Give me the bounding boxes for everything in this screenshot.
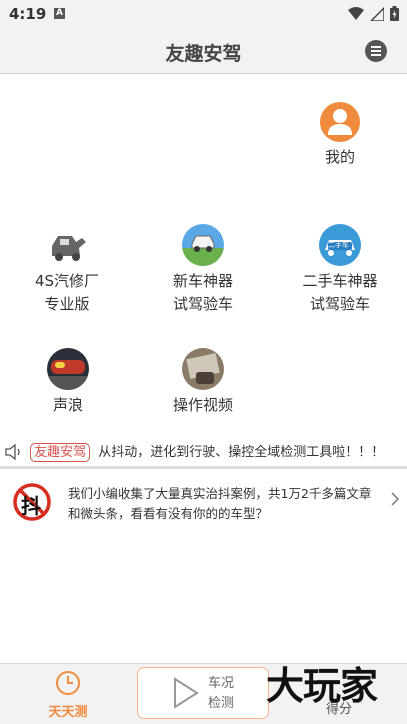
watermark: 大玩家 bbox=[266, 664, 378, 708]
tile-label: 声浪 bbox=[52, 396, 83, 414]
chevron-right-icon bbox=[391, 492, 399, 506]
tile-new-car[interactable]: 新车神器 试驾验车 bbox=[148, 224, 258, 316]
tile-engine-sound[interactable]: 声浪 bbox=[30, 348, 106, 417]
play-icon bbox=[174, 677, 199, 709]
vehicle-check-button[interactable]: 车况 检测 bbox=[137, 667, 269, 719]
signal-icon bbox=[370, 6, 384, 21]
app-header: 友趣安驾 bbox=[0, 28, 407, 74]
user-icon bbox=[320, 102, 360, 142]
tile-label: 操作视频 bbox=[172, 396, 233, 414]
video-icon bbox=[182, 348, 224, 390]
tile-4s-repair[interactable]: 4S汽修厂 专业版 bbox=[13, 224, 121, 316]
status-time: 4:19 bbox=[9, 5, 47, 23]
profile-button[interactable]: 我的 bbox=[302, 102, 378, 169]
status-bar: 4:19 A bbox=[0, 0, 407, 28]
notification-icon: A bbox=[54, 8, 65, 19]
speaker-icon bbox=[5, 443, 20, 460]
tile-tutorial-video[interactable]: 操作视频 bbox=[160, 348, 246, 417]
wifi-icon bbox=[348, 7, 364, 20]
tab-daily-test-label: 天天测 bbox=[48, 705, 88, 720]
engine-sound-icon bbox=[47, 348, 89, 390]
clock-icon bbox=[56, 671, 80, 695]
new-car-icon bbox=[182, 224, 224, 266]
tile-sublabel: 专业版 bbox=[44, 295, 90, 313]
page-title: 友趣安驾 bbox=[165, 43, 242, 65]
notice-marquee[interactable]: 友趣安驾 从抖动，进化到行驶、操控全域检测工具啦！！！ bbox=[0, 441, 407, 465]
car-repair-icon bbox=[46, 224, 88, 266]
tile-used-car[interactable]: 二手车 二手车神器 试驾验车 bbox=[284, 224, 396, 316]
tile-label: 二手车神器 bbox=[302, 272, 378, 290]
vehicle-check-line1: 车况 bbox=[208, 676, 235, 691]
profile-label: 我的 bbox=[324, 148, 355, 166]
vehicle-check-line2: 检测 bbox=[208, 696, 235, 711]
used-car-icon: 二手车 bbox=[319, 224, 361, 266]
tile-sublabel: 试驾验车 bbox=[172, 295, 233, 313]
divider bbox=[0, 466, 407, 469]
tile-sublabel: 试驾验车 bbox=[309, 295, 370, 313]
tile-label: 新车神器 bbox=[172, 272, 233, 290]
no-shake-icon-text: 抖 bbox=[21, 494, 41, 518]
tab-daily-test[interactable]: 天天测 bbox=[33, 664, 103, 724]
article-row[interactable]: 抖 我们小编收集了大量真实治抖案例，共1万2千多篇文章和微头条，看看有没有你的的… bbox=[0, 476, 407, 532]
brand-badge: 友趣安驾 bbox=[30, 443, 91, 462]
notice-text: 从抖动，进化到行驶、操控全域检测工具啦！！！ bbox=[98, 445, 385, 460]
article-text: 我们小编收集了大量真实治抖案例，共1万2千多篇文章和微头条，看看有没有你的的车型… bbox=[68, 486, 372, 521]
tile-label: 4S汽修厂 bbox=[34, 272, 100, 290]
battery-icon bbox=[390, 6, 399, 21]
menu-icon[interactable] bbox=[365, 40, 387, 62]
used-car-icon-text: 二手车 bbox=[328, 241, 349, 249]
